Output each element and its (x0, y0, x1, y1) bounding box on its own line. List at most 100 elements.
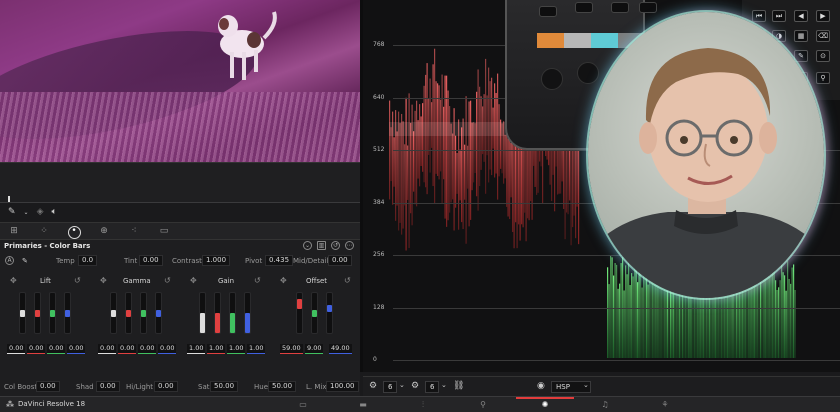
lift-y-value[interactable]: 0.00 (7, 344, 26, 354)
tab-primaries-icon[interactable]: • (66, 226, 82, 239)
offset-blue-slider[interactable] (326, 292, 333, 334)
gain-green-value[interactable]: 1.00 (227, 344, 246, 354)
red-trace-segment (456, 153, 458, 194)
lift-crosshair-icon[interactable]: ✥ (10, 276, 17, 285)
dropdown-icon[interactable]: ⌄ (303, 241, 312, 250)
temp-label: Temp (56, 257, 75, 265)
eyedropper-icon[interactable]: ✎ (8, 207, 16, 217)
contrast-label: Contrast (172, 257, 202, 265)
scope-select-1[interactable]: 6 (383, 381, 398, 393)
green-trace-segment (733, 289, 735, 358)
offset-green-value[interactable]: 9.00 (305, 344, 324, 354)
gamma-red-slider[interactable] (125, 292, 132, 334)
contrast-field[interactable]: 1.000 (202, 255, 231, 266)
layers-icon[interactable]: ◈ (37, 207, 44, 217)
settings-icon[interactable]: ⚙ (369, 381, 377, 391)
options-icon[interactable]: ⋯ (345, 241, 354, 250)
middetail-field[interactable]: 0.00 (328, 255, 352, 266)
gain-y-slider[interactable] (199, 292, 206, 334)
speaker-icon[interactable]: 🔈︎ (52, 207, 57, 217)
offset-green-slider[interactable] (311, 292, 318, 334)
lift-green-value[interactable]: 0.00 (47, 344, 66, 354)
hilight-label: Hi/Light (126, 383, 154, 391)
lift-blue-slider[interactable] (64, 292, 71, 334)
green-trace-segment (655, 274, 657, 358)
gamma-red-value[interactable]: 0.00 (118, 344, 137, 354)
offset-blue-value[interactable]: 49.00 (329, 344, 352, 354)
auto-balance-icon[interactable]: A (5, 256, 14, 265)
gamma-green-slider[interactable] (140, 292, 147, 334)
tab-rgb-mixer-icon[interactable]: ⁖ (126, 226, 142, 237)
green-trace-segment (626, 274, 628, 358)
gain-red-slider[interactable] (214, 292, 221, 334)
page-deliver-icon[interactable]: ⚘ (658, 399, 672, 410)
gain-reset-icon[interactable]: ↺ (254, 276, 261, 285)
tab-hdr-icon[interactable]: ⊕ (96, 226, 112, 237)
green-trace-segment (623, 290, 625, 358)
green-trace-segment (790, 283, 792, 358)
gamma-crosshair-icon[interactable]: ✥ (100, 276, 107, 285)
tint-field[interactable]: 0.00 (139, 255, 163, 266)
color-wheel-icon[interactable]: ◉ (537, 381, 545, 391)
lift-y-slider[interactable] (19, 292, 26, 334)
sat-field[interactable]: 50.00 (210, 381, 239, 392)
link-icon[interactable]: ⛓ (453, 381, 464, 391)
gamma-blue-slider[interactable] (155, 292, 162, 334)
gain-blue-slider[interactable] (244, 292, 251, 334)
chevron-down-icon[interactable]: ⌄ (583, 381, 589, 389)
primaries-bottom-params: Col Boost 0.00 Shad 0.00 Hi/Light 0.00 S… (0, 380, 360, 394)
gamma-y-value[interactable]: 0.00 (98, 344, 117, 354)
green-trace-segment (614, 263, 616, 358)
shad-field[interactable]: 0.00 (96, 381, 120, 392)
gamma-blue-value[interactable]: 0.00 (158, 344, 177, 354)
chevron-down-icon[interactable]: ⌄ (441, 381, 447, 389)
offset-red-value[interactable]: 59.00 (280, 344, 303, 354)
page-fairlight-icon[interactable]: ♫ (598, 399, 612, 410)
red-trace-segment (510, 142, 512, 198)
page-cut-icon[interactable]: ▬ (356, 399, 370, 410)
page-color-icon[interactable]: ✺ (538, 399, 552, 410)
lift-reset-icon[interactable]: ↺ (74, 276, 81, 285)
green-trace-segment (751, 276, 753, 358)
green-trace-segment (620, 263, 622, 358)
bars-icon[interactable]: ▥ (317, 241, 326, 250)
gain-green-slider[interactable] (229, 292, 236, 334)
lift-blue-value[interactable]: 0.00 (67, 344, 86, 354)
offset-red-slider[interactable] (296, 292, 303, 334)
scope-select-2[interactable]: 6 (425, 381, 440, 393)
offset-crosshair-icon[interactable]: ✥ (280, 276, 287, 285)
lift-red-slider[interactable] (34, 292, 41, 334)
gain-red-value[interactable]: 1.00 (207, 344, 226, 354)
tab-color-wheels-icon[interactable]: ⁘ (36, 226, 52, 237)
gain-crosshair-icon[interactable]: ✥ (190, 276, 197, 285)
temp-field[interactable]: 0.0 (78, 255, 98, 266)
scope-mode-icon[interactable]: ⚙ (411, 381, 419, 391)
gamma-green-value[interactable]: 0.00 (138, 344, 157, 354)
page-media-icon[interactable]: ▭ (296, 399, 310, 410)
chevron-down-icon[interactable]: ⌄ (399, 381, 405, 389)
pivot-field[interactable]: 0.435 (265, 255, 294, 266)
red-trace-segment (465, 96, 467, 244)
tab-motion-effects-icon[interactable]: ▭ (156, 226, 172, 237)
hue-field[interactable]: 50.00 (268, 381, 297, 392)
hilight-field[interactable]: 0.00 (154, 381, 178, 392)
chevron-down-icon[interactable]: ⌄ (24, 209, 29, 216)
page-edit-icon[interactable]: ⫶ (416, 399, 430, 410)
offset-reset-icon[interactable]: ↺ (344, 276, 351, 285)
lmix-field[interactable]: 100.00 (326, 381, 359, 392)
red-trace-segment (569, 145, 571, 201)
gain-y-value[interactable]: 1.00 (187, 344, 206, 354)
tab-color-match-icon[interactable]: ⊞ (6, 226, 22, 237)
viewer-scrubber[interactable] (0, 162, 360, 203)
panel-title: Primaries - Color Bars (4, 242, 91, 250)
reset-all-icon[interactable]: ↺ (331, 241, 340, 250)
gain-blue-value[interactable]: 1.00 (247, 344, 266, 354)
colboost-field[interactable]: 0.00 (36, 381, 60, 392)
gamma-reset-icon[interactable]: ↺ (164, 276, 171, 285)
gamma-y-slider[interactable] (110, 292, 117, 334)
picker-icon[interactable]: ✎ (22, 257, 28, 265)
lift-green-slider[interactable] (49, 292, 56, 334)
lift-red-value[interactable]: 0.00 (27, 344, 46, 354)
page-fusion-icon[interactable]: ⚲ (476, 399, 490, 410)
resolve-logo-icon: ⁂ (6, 400, 14, 409)
